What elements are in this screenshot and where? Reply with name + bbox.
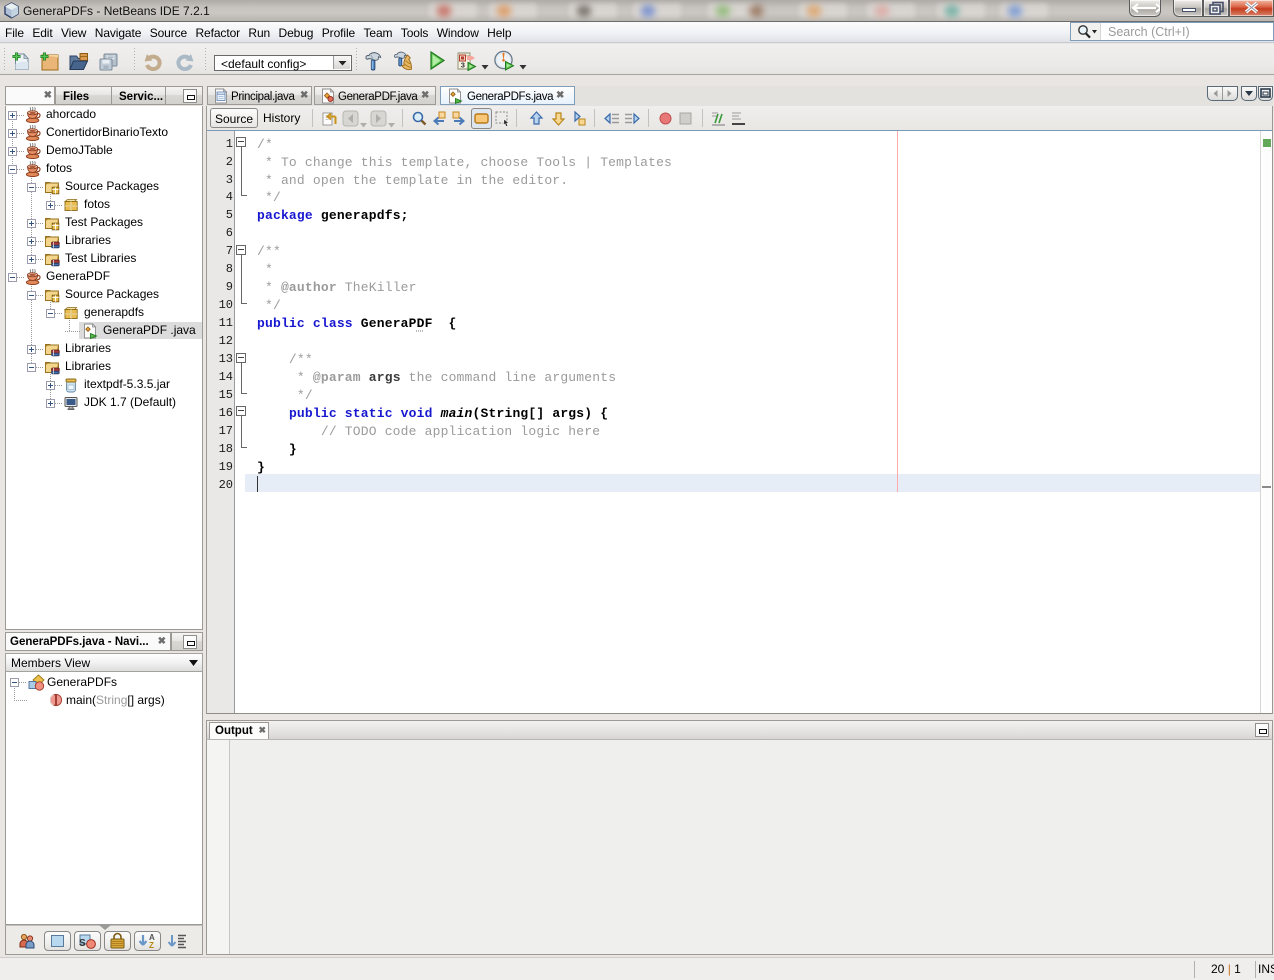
svg-text:3: 3 [461,61,465,70]
svg-text:Z: Z [149,941,154,950]
svg-text:S: S [79,938,86,949]
